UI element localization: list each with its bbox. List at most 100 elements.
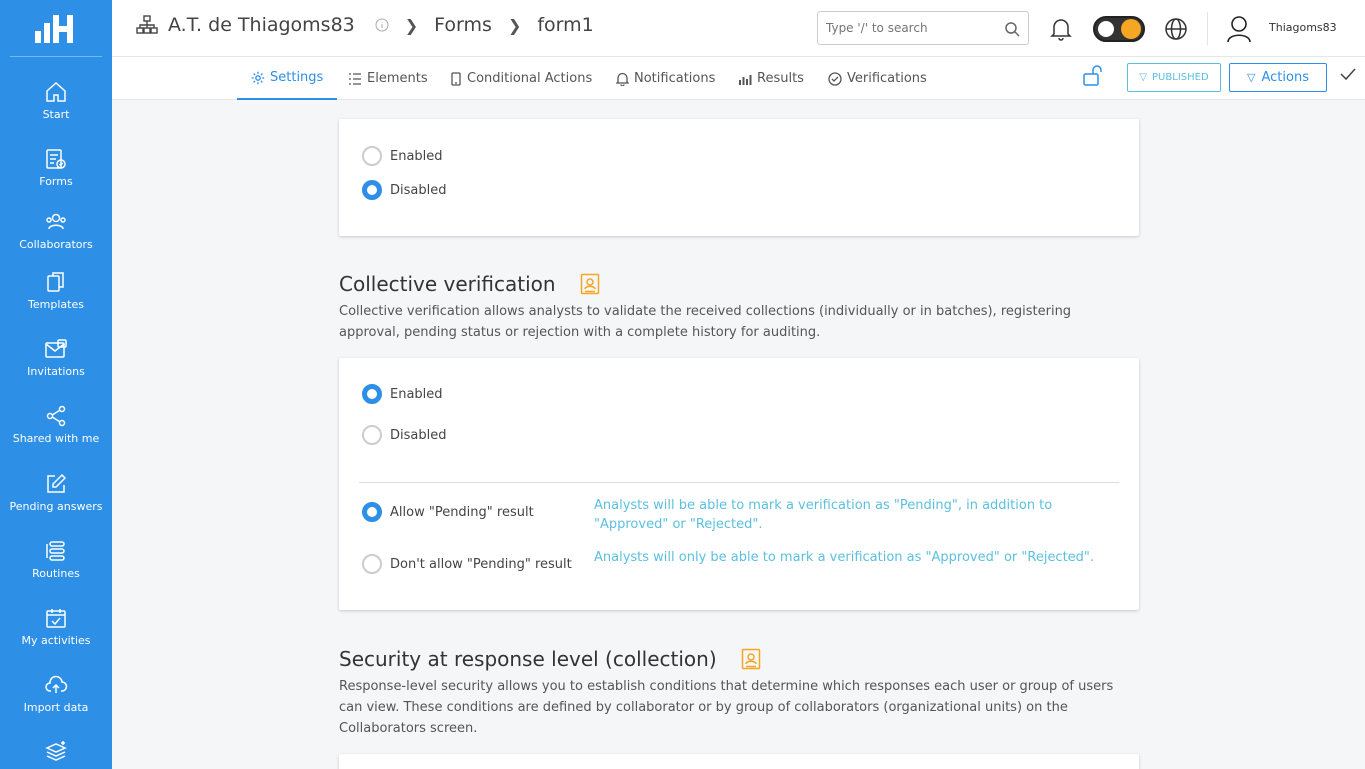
section-title-collective-verification: Collective verification — [339, 272, 600, 296]
list-icon — [349, 72, 361, 85]
published-label: PUBLISHED — [1152, 72, 1209, 83]
avatar-icon[interactable] — [1226, 15, 1252, 43]
tab-results[interactable]: Results — [738, 57, 804, 100]
tab-verifications[interactable]: Verifications — [828, 57, 927, 100]
tab-label: Results — [757, 71, 804, 86]
hint-allow-pending: Analysts will be able to mark a verifica… — [594, 498, 1053, 532]
username[interactable]: Thiagoms83 — [1269, 21, 1337, 34]
radio-button[interactable] — [362, 502, 382, 522]
actions-button[interactable]: ▽ Actions — [1229, 63, 1327, 92]
share-icon — [46, 405, 66, 427]
tab-label: Settings — [270, 70, 324, 85]
toggle-knob — [1098, 21, 1114, 37]
phone-icon — [451, 71, 461, 86]
sidebar-item-routines[interactable]: Routines — [0, 539, 112, 580]
tab-label: Notifications — [634, 71, 716, 86]
calendar-check-icon — [46, 609, 66, 628]
cloud-upload-icon — [45, 675, 68, 693]
invitations-icon — [45, 339, 67, 358]
logo-icon — [35, 15, 73, 43]
tab-conditional-actions[interactable]: Conditional Actions — [450, 57, 592, 100]
divider — [359, 482, 1119, 483]
app-logo[interactable] — [10, 0, 102, 57]
sidebar-item-import-data[interactable]: Import data — [0, 673, 112, 714]
theme-toggle[interactable] — [1093, 16, 1145, 42]
published-button[interactable]: ▽ PUBLISHED — [1127, 63, 1221, 92]
radio-enabled[interactable]: Enabled — [362, 384, 443, 404]
sidebar-item-invitations[interactable]: Invitations — [0, 337, 112, 378]
radio-button[interactable] — [362, 180, 382, 200]
radio-label: Enabled — [390, 148, 443, 164]
sidebar-item-label: Import data — [23, 701, 89, 714]
sidebar-item-label: Forms — [39, 175, 73, 188]
actions-label: Actions — [1261, 70, 1309, 85]
checkmark-icon[interactable] — [1340, 67, 1356, 81]
sidebar-item-my-activities[interactable]: My activities — [0, 606, 112, 647]
globe-icon[interactable] — [1164, 17, 1188, 41]
search-icon[interactable] — [1004, 21, 1020, 37]
hint-disallow-pending: Analysts will only be able to mark a ver… — [594, 550, 1095, 565]
sidebar-item-start[interactable]: Start — [0, 80, 112, 121]
tab-notifications[interactable]: Notifications — [616, 57, 715, 100]
radio-label: Disabled — [390, 427, 447, 443]
sidebar-item-layers[interactable] — [0, 740, 112, 768]
sidebar-item-pending-answers[interactable]: Pending answers — [0, 472, 112, 513]
tab-label: Verifications — [847, 71, 927, 86]
unlock-icon[interactable] — [1082, 65, 1104, 87]
caret-down-icon: ▽ — [1139, 72, 1148, 83]
bell-icon[interactable] — [1050, 17, 1072, 41]
section-description: Response-level security allows you to es… — [339, 679, 1114, 736]
chevron-right-icon: ❯ — [404, 15, 419, 35]
sun-icon — [1121, 19, 1141, 39]
tab-label: Elements — [367, 71, 428, 86]
bell-icon — [616, 72, 629, 86]
sidebar-item-label: My activities — [21, 634, 91, 647]
search-input[interactable] — [818, 12, 998, 44]
sidebar-item-shared-with-me[interactable]: Shared with me — [0, 404, 112, 445]
layers-plus-icon — [45, 741, 67, 761]
tab-settings[interactable]: Settings — [237, 57, 338, 100]
contact-badge-icon[interactable] — [580, 273, 600, 295]
breadcrumb-forms[interactable]: Forms — [434, 14, 492, 36]
radio-allow-pending[interactable]: Allow "Pending" result — [362, 502, 534, 522]
radio-disallow-pending[interactable]: Don't allow "Pending" result — [362, 554, 572, 574]
sidebar-item-label: Templates — [28, 298, 84, 311]
collective-verification-card: Enabled Disabled Allow "Pending" result … — [339, 358, 1139, 610]
org-tree-icon — [136, 15, 158, 34]
settings-card-top: Enabled Disabled — [339, 119, 1139, 236]
breadcrumb-account[interactable]: A.T. de Thiagoms83 — [168, 14, 355, 36]
search-box — [817, 11, 1029, 45]
breadcrumb-form[interactable]: form1 — [537, 14, 593, 36]
sidebar-item-label: Start — [42, 108, 70, 121]
radio-button[interactable] — [362, 384, 382, 404]
top-header: A.T. de Thiagoms83 ❯ Forms ❯ form1 Thiag… — [112, 0, 1365, 57]
users-icon — [46, 213, 66, 230]
sidebar: Start Forms Collaborators Templates Invi… — [0, 0, 112, 769]
section-description: Collective verification allows analysts … — [339, 304, 1072, 340]
header-divider — [1207, 12, 1208, 45]
check-circle-icon — [828, 71, 842, 86]
radio-enabled[interactable]: Enabled — [362, 146, 443, 166]
sidebar-item-label: Collaborators — [19, 238, 93, 251]
forms-icon — [46, 149, 66, 169]
sidebar-item-templates[interactable]: Templates — [0, 270, 112, 311]
tab-elements[interactable]: Elements — [348, 57, 428, 100]
sidebar-item-forms[interactable]: Forms — [0, 147, 112, 188]
sidebar-item-label: Invitations — [27, 365, 85, 378]
contact-badge-icon[interactable] — [741, 648, 761, 670]
breadcrumb: A.T. de Thiagoms83 ❯ Forms ❯ form1 — [136, 14, 594, 36]
radio-label: Enabled — [390, 386, 443, 402]
info-icon[interactable] — [375, 18, 389, 32]
chevron-right-icon: ❯ — [507, 15, 522, 35]
radio-button[interactable] — [362, 146, 382, 166]
home-icon — [46, 81, 66, 102]
tabs-bar: Settings Elements Conditional Actions No… — [112, 57, 1365, 100]
security-card — [339, 754, 1139, 769]
radio-button[interactable] — [362, 554, 382, 574]
edit-icon — [47, 473, 67, 493]
sidebar-item-collaborators[interactable]: Collaborators — [0, 210, 112, 251]
radio-disabled[interactable]: Disabled — [362, 425, 446, 445]
bar-chart-icon — [739, 74, 752, 85]
radio-disabled[interactable]: Disabled — [362, 180, 446, 200]
radio-button[interactable] — [362, 425, 382, 445]
